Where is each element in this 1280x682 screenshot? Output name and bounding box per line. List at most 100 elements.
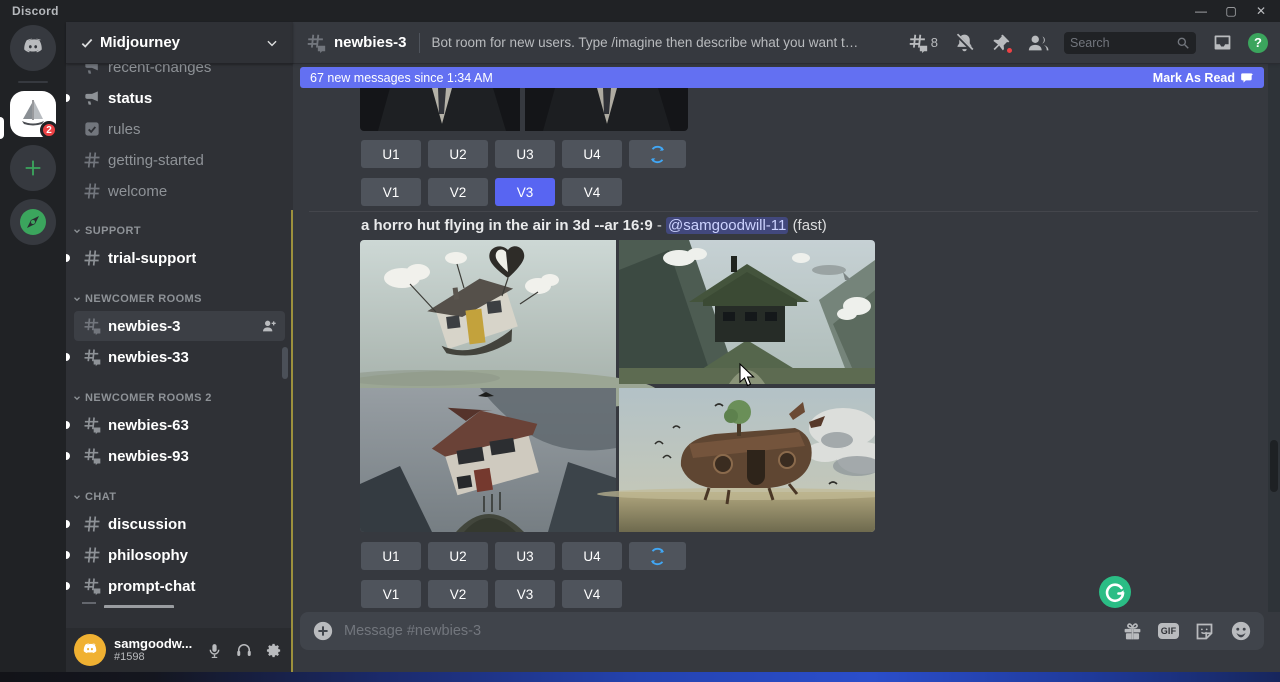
overlay-artifact-line [291, 210, 293, 672]
server-name: Midjourney [100, 34, 180, 51]
hash-chat-icon [305, 32, 327, 54]
help-button[interactable]: ? [1248, 33, 1268, 53]
category-support[interactable]: SUPPORT [66, 220, 293, 242]
sidebar-item-discussion[interactable]: discussion [74, 509, 285, 539]
category-chat[interactable]: CHAT [66, 486, 293, 508]
inbox-button[interactable] [1211, 32, 1233, 54]
unread-indicator [66, 94, 70, 102]
sidebar-item-getting-started[interactable]: getting-started [74, 145, 285, 175]
v4-button[interactable]: V4 [562, 178, 622, 206]
sidebar-item-prompt-chat[interactable]: prompt-chat [74, 571, 285, 601]
channel-name: welcome [108, 183, 167, 200]
announcement-icon [82, 64, 102, 77]
speed-label: (fast) [793, 217, 827, 234]
generated-image-3[interactable] [360, 388, 616, 532]
u2-button[interactable]: U2 [428, 542, 488, 570]
add-server-button[interactable] [10, 145, 56, 191]
emoji-button[interactable] [1229, 620, 1252, 643]
bell-slash-icon [954, 32, 975, 53]
generated-image-4[interactable] [619, 388, 875, 532]
emoji-smile-icon [1230, 620, 1252, 642]
message-divider [309, 211, 1258, 212]
sidebar-item-status[interactable]: status [74, 83, 285, 113]
sidebar-item-newbies-3[interactable]: newbies-3 [74, 311, 285, 341]
close-button[interactable]: ✕ [1254, 4, 1268, 18]
channel-list-scrollbar[interactable] [282, 347, 288, 379]
gif-picker-button[interactable]: GIF [1157, 620, 1180, 643]
channel-topic[interactable]: Bot room for new users. Type /imagine th… [432, 35, 862, 50]
generated-image-2[interactable] [619, 240, 875, 384]
unread-indicator [66, 551, 70, 559]
search-input[interactable] [1070, 36, 1172, 50]
user-mention[interactable]: @samgoodwill-11 [666, 217, 788, 234]
grammarly-badge[interactable] [1098, 575, 1132, 609]
u3-button[interactable]: U3 [495, 140, 555, 168]
message-scroller[interactable]: U1 U2 U3 U4 V1 V2 V3 V4 a horro hut flyi… [293, 64, 1280, 612]
category-newcomer-rooms[interactable]: NEWCOMER ROOMS [66, 288, 293, 310]
generated-image-1[interactable] [360, 240, 616, 384]
mark-read-icon [1240, 71, 1254, 85]
gift-button[interactable] [1121, 620, 1144, 643]
sidebar-item-rules[interactable]: rules [74, 114, 285, 144]
gift-icon [1122, 621, 1143, 642]
sidebar-item-trial-support[interactable]: trial-support [74, 243, 285, 273]
deafen-button[interactable] [233, 639, 255, 661]
clipped-channel-name [104, 605, 174, 614]
user-settings-button[interactable] [263, 639, 285, 661]
search-box[interactable] [1064, 32, 1196, 54]
u1-button[interactable]: U1 [361, 542, 421, 570]
v4-button[interactable]: V4 [562, 580, 622, 608]
v2-button[interactable]: V2 [428, 580, 488, 608]
u3-button[interactable]: U3 [495, 542, 555, 570]
v3-button[interactable]: V3 [495, 580, 555, 608]
generated-image-partial[interactable] [360, 88, 688, 131]
unread-indicator [66, 582, 70, 590]
v2-button[interactable]: V2 [428, 178, 488, 206]
sidebar-item-philosophy[interactable]: philosophy [74, 540, 285, 570]
server-header[interactable]: Midjourney [66, 22, 293, 64]
message-input[interactable] [344, 623, 1111, 639]
category-label: CHAT [85, 491, 116, 503]
u2-button[interactable]: U2 [428, 140, 488, 168]
category-newcomer-rooms-2[interactable]: NEWCOMER ROOMS 2 [66, 387, 293, 409]
home-button[interactable] [10, 25, 56, 71]
new-messages-banner[interactable]: 67 new messages since 1:34 AM Mark As Re… [300, 67, 1264, 88]
reroll-button[interactable] [629, 140, 686, 168]
chat-scrollbar-track[interactable] [1268, 64, 1280, 612]
mark-as-read-button[interactable]: Mark As Read [1153, 71, 1254, 85]
notification-settings-button[interactable] [953, 32, 975, 54]
sidebar-item-newbies-63[interactable]: newbies-63 [74, 410, 285, 440]
server-rail: 2 [0, 22, 66, 672]
sidebar-item-newbies-93[interactable]: newbies-93 [74, 441, 285, 471]
hash-chat-icon [82, 446, 102, 466]
mute-microphone-button[interactable] [203, 639, 225, 661]
hash-icon [82, 248, 102, 268]
member-list-button[interactable] [1027, 32, 1049, 54]
u1-button[interactable]: U1 [361, 140, 421, 168]
v3-button-active[interactable]: V3 [495, 178, 555, 206]
sticker-button[interactable] [1193, 620, 1216, 643]
sidebar-item-welcome[interactable]: welcome [74, 176, 285, 206]
user-avatar[interactable] [74, 634, 106, 666]
unread-indicator [66, 254, 70, 262]
v1-button[interactable]: V1 [361, 178, 421, 206]
headphones-icon [235, 641, 253, 659]
user-panel: samgoodw... #1598 [66, 628, 293, 672]
pinned-messages-button[interactable] [990, 32, 1012, 54]
hash-chat-icon [907, 32, 929, 54]
sidebar-item-newbies-33[interactable]: newbies-33 [74, 342, 285, 372]
u4-button[interactable]: U4 [562, 140, 622, 168]
reroll-button[interactable] [629, 542, 686, 570]
chat-scrollbar-thumb[interactable] [1270, 440, 1278, 492]
threads-button[interactable]: 8 [907, 32, 938, 54]
u4-button[interactable]: U4 [562, 542, 622, 570]
attach-plus-icon[interactable] [312, 620, 334, 642]
taskbar-strip [0, 672, 1280, 682]
invite-people-icon[interactable] [261, 318, 277, 334]
explore-servers-button[interactable] [10, 199, 56, 245]
v1-button[interactable]: V1 [361, 580, 421, 608]
maximize-button[interactable]: ▢ [1224, 4, 1238, 18]
server-icon-midjourney[interactable]: 2 [10, 91, 56, 137]
sidebar-item-recent-changes[interactable]: recent-changes [74, 64, 285, 82]
minimize-button[interactable]: — [1194, 4, 1208, 18]
